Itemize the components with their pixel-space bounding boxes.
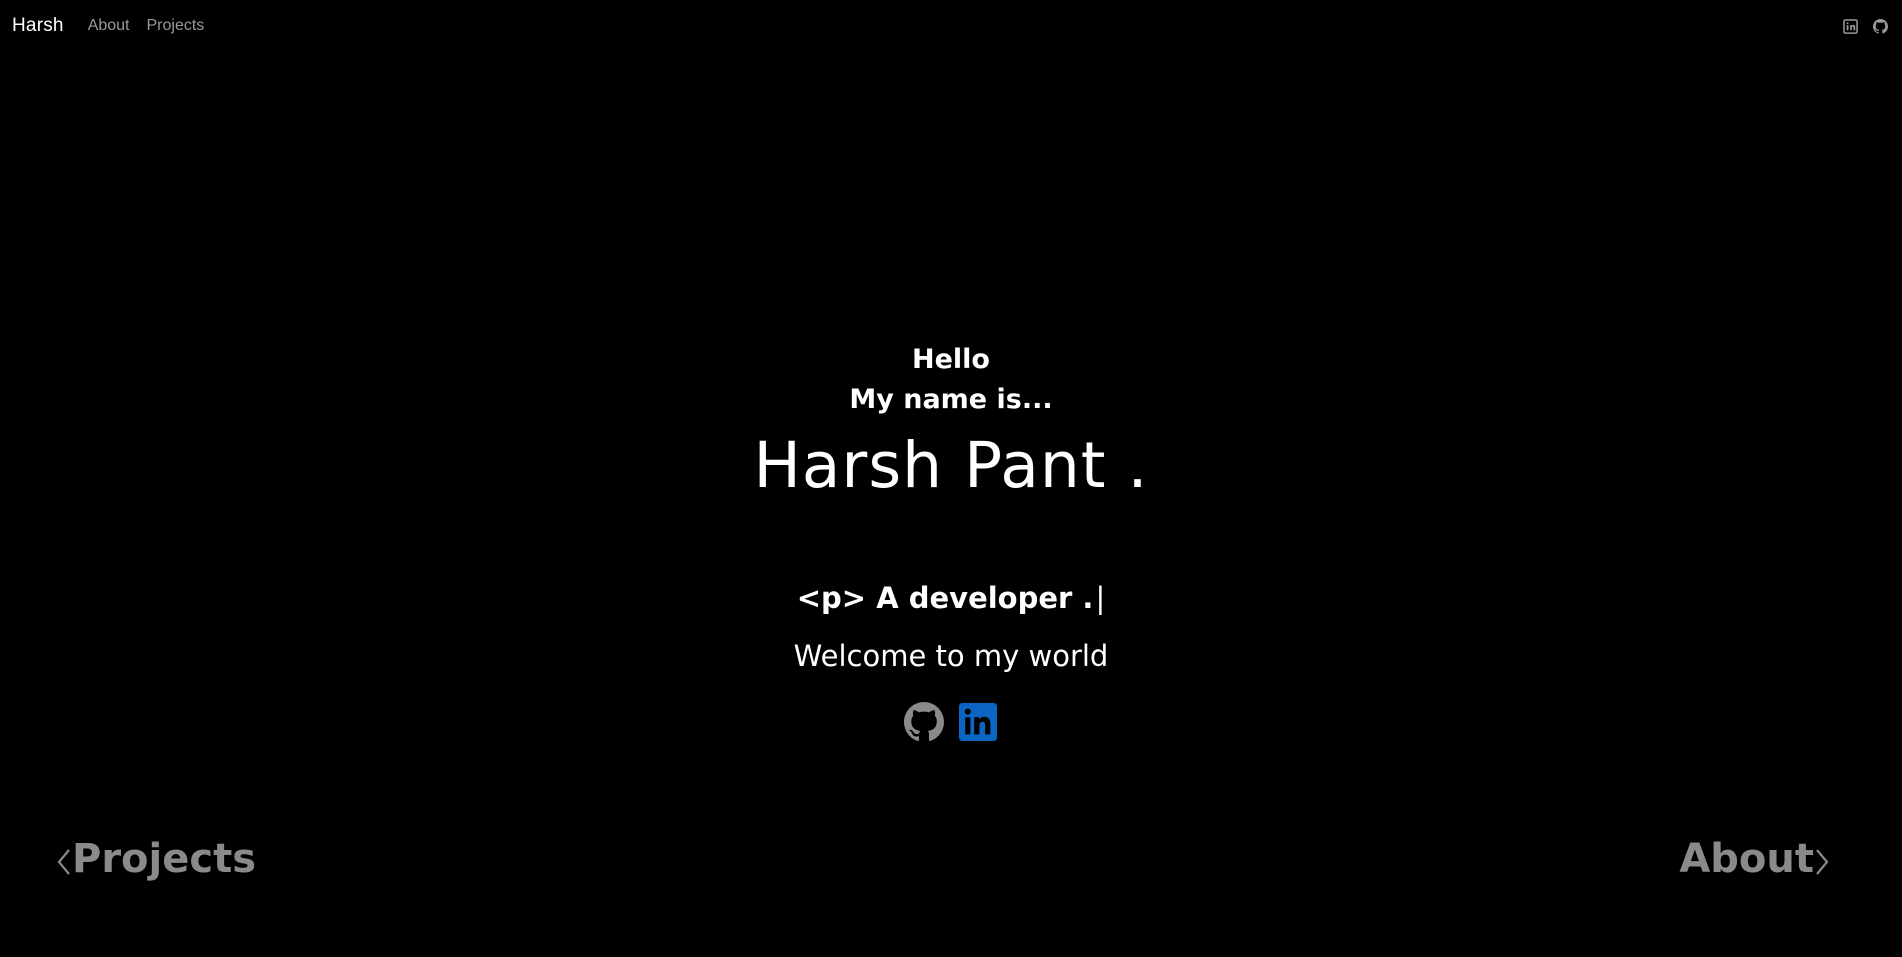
nav-link-projects[interactable]: Projects — [147, 17, 205, 35]
brand-link[interactable]: Harsh — [12, 15, 64, 37]
nav-social-links — [1842, 18, 1890, 34]
pager-next-about[interactable]: About — [1679, 836, 1830, 882]
chevron-right-icon — [1814, 847, 1830, 877]
nav-link-about[interactable]: About — [88, 17, 130, 35]
linkedin-icon — [959, 703, 997, 741]
hero-name: Harsh Pant . — [753, 429, 1149, 502]
social-links — [0, 702, 1902, 742]
intro-text: My name is... — [849, 384, 1053, 415]
github-link[interactable] — [904, 702, 944, 742]
typewriter-text: <p> A developer . — [796, 581, 1094, 615]
linkedin-link[interactable] — [958, 702, 998, 742]
welcome-text: Welcome to my world — [793, 639, 1109, 673]
navbar: Harsh About Projects — [0, 0, 1902, 52]
github-icon — [904, 702, 944, 742]
linkedin-icon[interactable] — [1842, 18, 1858, 34]
pager-prev-label: Projects — [72, 836, 257, 882]
typewriter-line: <p> A developer .| — [0, 578, 1902, 618]
pager-prev-projects[interactable]: Projects — [56, 836, 256, 882]
pager-next-label: About — [1679, 836, 1814, 882]
github-icon[interactable] — [1872, 18, 1888, 34]
chevron-left-icon — [56, 847, 72, 877]
hero-section: Hello My name is... Harsh Pant . <p> A d… — [0, 340, 1902, 742]
greeting-text: Hello — [912, 344, 990, 375]
typewriter-cursor: | — [1095, 581, 1106, 615]
